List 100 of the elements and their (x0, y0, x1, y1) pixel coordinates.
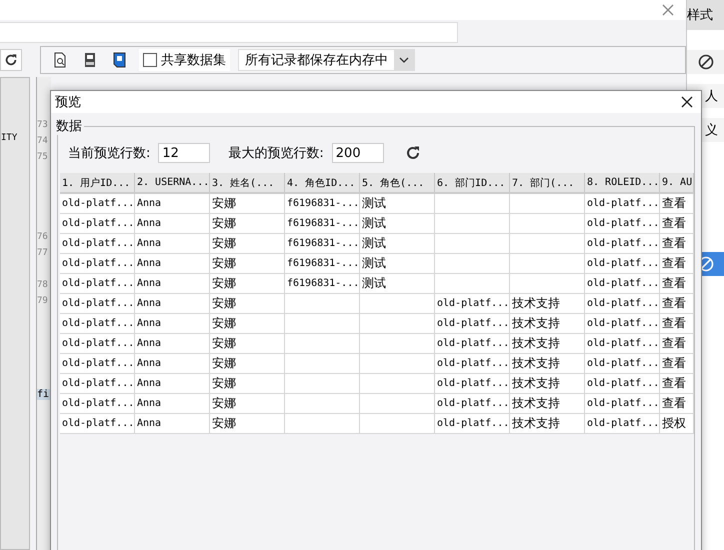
table-cell: old-platf... (585, 234, 660, 254)
line-number: 79 (37, 295, 49, 308)
table-cell: old-platf... (435, 354, 510, 374)
table-cell: Anna (135, 274, 210, 294)
table-cell: old-platf... (585, 394, 660, 414)
table-cell: 测试 (360, 214, 435, 234)
table-cell: 查看 (660, 394, 694, 414)
document-icon (82, 52, 98, 68)
table-cell: 安娜 (210, 334, 285, 354)
table-cell: old-platf... (585, 254, 660, 274)
table-cell: Anna (135, 394, 210, 414)
table-cell: 技术支持 (510, 414, 585, 434)
table-cell: 查看 (660, 234, 694, 254)
line-number: 75 (37, 151, 49, 164)
column-header[interactable]: 9. AU (660, 173, 694, 194)
column-header[interactable]: 6. 部门ID... (435, 173, 510, 194)
table-cell: f6196831-... (285, 214, 360, 234)
table-cell: Anna (135, 254, 210, 274)
column-header[interactable]: 4. 角色ID... (285, 173, 360, 194)
table-cell: 技术支持 (510, 334, 585, 354)
table-cell: f6196831-... (285, 254, 360, 274)
storage-dropdown[interactable]: 所有记录都保存在内存中 (238, 49, 415, 71)
table-cell: old-platf... (60, 394, 135, 414)
table-cell: 安娜 (210, 254, 285, 274)
table-cell: f6196831-... (285, 234, 360, 254)
table-cell: 查看 (660, 194, 694, 214)
refresh-icon (404, 145, 421, 161)
table-cell: Anna (135, 374, 210, 394)
table-cell: old-platf... (585, 274, 660, 294)
table-cell: Anna (135, 194, 210, 214)
close-icon (662, 4, 674, 16)
table-cell: 技术支持 (510, 394, 585, 414)
table-cell: 安娜 (210, 234, 285, 254)
table-cell: old-platf... (60, 314, 135, 334)
column-header[interactable]: 2. USERNA... (135, 173, 210, 194)
column-header[interactable]: 7. 部门(... (510, 173, 585, 194)
table-cell: old-platf... (60, 414, 135, 434)
max-rows-field[interactable]: 200 (332, 143, 384, 163)
table-cell: 测试 (360, 234, 435, 254)
table-cell: 安娜 (210, 314, 285, 334)
table-cell: old-platf... (60, 194, 135, 214)
share-dataset-checkbox[interactable]: 共享数据集 (139, 49, 230, 71)
table-cell: 安娜 (210, 394, 285, 414)
table-cell: 安娜 (210, 274, 285, 294)
table-cell: 查看 (660, 374, 694, 394)
table-cell: Anna (135, 334, 210, 354)
document-search-icon (52, 52, 68, 68)
table-cell: Anna (135, 234, 210, 254)
panel-label: 样式 (687, 0, 724, 30)
line-number: 77 (37, 247, 49, 260)
current-rows-label: 当前预览行数: (68, 145, 150, 162)
table-cell: old-platf... (585, 194, 660, 214)
table-cell: 技术支持 (510, 294, 585, 314)
table-cell: old-platf... (585, 334, 660, 354)
table-cell: old-platf... (585, 374, 660, 394)
table-cell: old-platf... (585, 214, 660, 234)
table-cell: 安娜 (210, 294, 285, 314)
table-cell: 查看 (660, 254, 694, 274)
table-cell: old-platf... (60, 254, 135, 274)
table-cell: 安娜 (210, 354, 285, 374)
column-header[interactable]: 3. 姓名(... (210, 173, 285, 194)
text-field[interactable] (0, 22, 458, 43)
column-header[interactable]: 8. ROLEID... (585, 173, 660, 194)
column-header[interactable]: 1. 用户ID... (60, 173, 135, 194)
close-icon (681, 96, 693, 108)
line-number: 73 (37, 119, 49, 132)
line-number: 76 (37, 231, 49, 244)
table-cell: old-platf... (435, 294, 510, 314)
refresh-button[interactable] (0, 49, 22, 71)
table-cell: 查看 (660, 214, 694, 234)
table-cell: 安娜 (210, 374, 285, 394)
table-cell: 技术支持 (510, 374, 585, 394)
panel-row[interactable] (687, 50, 724, 74)
table-cell: 安娜 (210, 194, 285, 214)
group-label: 数据 (55, 118, 83, 135)
table-cell: 测试 (360, 254, 435, 274)
line-number: 74 (37, 135, 49, 148)
code-text: fi (37, 389, 51, 400)
table-cell: old-platf... (585, 314, 660, 334)
table-cell: Anna (135, 414, 210, 434)
table-cell: f6196831-... (285, 274, 360, 294)
table-cell: 测试 (360, 194, 435, 214)
current-rows-field[interactable]: 12 (158, 143, 210, 163)
table-cell: old-platf... (435, 374, 510, 394)
table-cell: old-platf... (435, 414, 510, 434)
table-cell: Anna (135, 354, 210, 374)
table-cell: 查看 (660, 294, 694, 314)
table-cell: old-platf... (435, 394, 510, 414)
column-header[interactable]: 5. 角色(... (360, 173, 435, 194)
table-cell: Anna (135, 214, 210, 234)
table-cell: 查看 (660, 274, 694, 294)
table-cell: old-platf... (60, 274, 135, 294)
max-rows-label: 最大的预览行数: (228, 145, 324, 162)
table-cell: 安娜 (210, 214, 285, 234)
document-icon (112, 52, 128, 68)
table-cell: 查看 (660, 354, 694, 374)
table-cell: 查看 (660, 314, 694, 334)
table-cell: 技术支持 (510, 354, 585, 374)
table-cell: old-platf... (585, 294, 660, 314)
dialog-title: 预览 (55, 94, 81, 111)
